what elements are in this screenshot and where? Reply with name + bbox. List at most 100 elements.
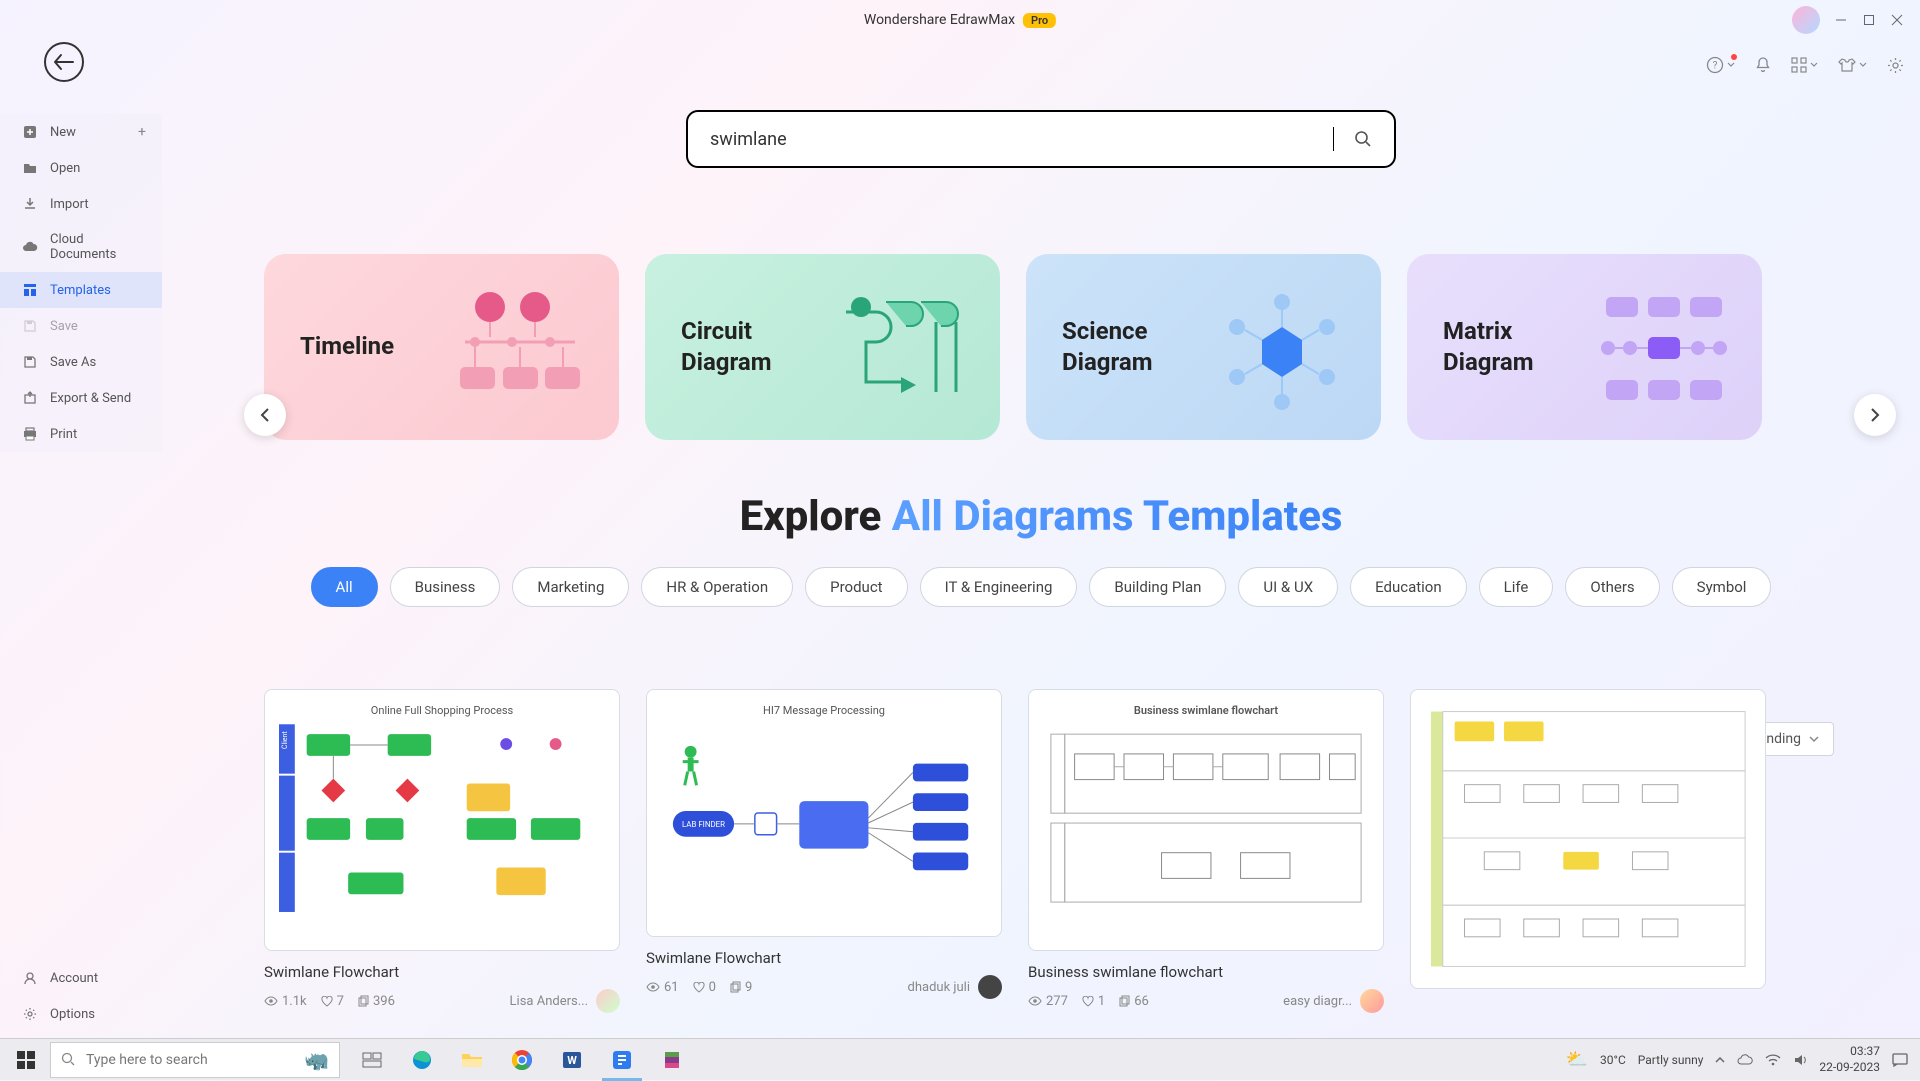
category-card-timeline[interactable]: Timeline (264, 254, 619, 440)
category-card-matrix[interactable]: Matrix Diagram (1407, 254, 1762, 440)
print-icon (22, 426, 38, 442)
winrar-icon[interactable] (648, 1039, 696, 1081)
category-title: Matrix Diagram (1443, 316, 1593, 378)
explore-prefix: Explore (740, 492, 892, 541)
notification-center-icon[interactable] (1892, 1053, 1908, 1067)
category-card-circuit[interactable]: Circuit Diagram (645, 254, 1000, 440)
onedrive-icon[interactable] (1737, 1054, 1753, 1066)
filter-chip-all[interactable]: All (311, 567, 378, 607)
circuit-graphic (826, 282, 976, 412)
save-as-icon (22, 354, 38, 370)
filter-chip-symbol[interactable]: Symbol (1672, 567, 1772, 607)
filter-chip-marketing[interactable]: Marketing (512, 567, 629, 607)
category-title: Circuit Diagram (681, 316, 831, 378)
close-icon[interactable] (1890, 13, 1904, 27)
word-icon[interactable]: W (548, 1039, 596, 1081)
sidebar-item-label: Open (50, 161, 80, 176)
taskbar-date: 22-09-2023 (1819, 1060, 1880, 1076)
carousel-prev-button[interactable] (244, 394, 286, 436)
import-icon (22, 196, 38, 212)
taskbar-time: 03:37 (1819, 1044, 1880, 1060)
filter-chip-hr-operation[interactable]: HR & Operation (641, 567, 793, 607)
apps-grid-icon[interactable] (1791, 57, 1818, 73)
task-view-icon[interactable] (348, 1039, 396, 1081)
filter-chip-it-engineering[interactable]: IT & Engineering (920, 567, 1078, 607)
sound-icon[interactable] (1793, 1053, 1807, 1067)
chevron-down-icon (1809, 735, 1819, 743)
template-card[interactable]: Online Full Shopping Process Client Swim… (264, 689, 620, 1013)
wifi-icon[interactable] (1765, 1054, 1781, 1066)
sidebar-item-save: Save (0, 308, 162, 344)
matrix-graphic (1588, 282, 1738, 412)
filter-chip-product[interactable]: Product (805, 567, 907, 607)
gear-icon[interactable] (1887, 57, 1904, 74)
sidebar-item-saveas[interactable]: Save As (0, 344, 162, 380)
sidebar-item-account[interactable]: Account (0, 960, 162, 996)
filter-chip-life[interactable]: Life (1479, 567, 1554, 607)
notification-dot (1731, 54, 1737, 60)
search-input[interactable] (710, 129, 1327, 150)
search-icon[interactable] (1354, 130, 1372, 148)
weather-icon[interactable]: ⛅ (1566, 1049, 1588, 1070)
sidebar-item-new[interactable]: New + (0, 114, 162, 150)
taskbar-datetime[interactable]: 03:37 22-09-2023 (1819, 1044, 1880, 1075)
category-title: Timeline (300, 331, 394, 362)
template-author: easy diagr... (1283, 989, 1384, 1013)
preview-title: HI7 Message Processing (661, 704, 987, 717)
heart-icon (1082, 996, 1094, 1007)
filter-chip-ui-ux[interactable]: UI & UX (1238, 567, 1338, 607)
chrome-icon[interactable] (498, 1039, 546, 1081)
category-card-science[interactable]: Science Diagram (1026, 254, 1381, 440)
filter-chip-education[interactable]: Education (1350, 567, 1467, 607)
maximize-icon[interactable] (1862, 13, 1876, 27)
sidebar-item-options[interactable]: Options (0, 996, 162, 1032)
filter-chip-others[interactable]: Others (1565, 567, 1659, 607)
sidebar-item-templates[interactable]: Templates (0, 272, 162, 308)
taskbar-search[interactable]: Type here to search 🦏 (50, 1042, 340, 1078)
sidebar-item-import[interactable]: Import (0, 186, 162, 222)
sidebar-item-export[interactable]: Export & Send (0, 380, 162, 416)
sidebar-item-label: Save As (50, 355, 96, 370)
template-author: dhaduk juli (908, 975, 1002, 999)
likes-stat: 1 (1082, 994, 1105, 1009)
sidebar-item-print[interactable]: Print (0, 416, 162, 452)
filter-chip-business[interactable]: Business (390, 567, 501, 607)
start-button[interactable] (4, 1039, 48, 1081)
author-avatar (1360, 989, 1384, 1013)
back-button[interactable] (44, 42, 84, 82)
text-cursor (1333, 127, 1334, 151)
minimize-icon[interactable] (1834, 13, 1848, 27)
template-card[interactable] (1410, 689, 1766, 1013)
template-card[interactable]: HI7 Message Processing LAB FINDER Swimla… (646, 689, 1002, 1013)
taskbar: Type here to search 🦏 W ⛅ 30°C Partly su… (0, 1038, 1920, 1080)
tray-chevron-icon[interactable] (1715, 1056, 1725, 1064)
weather-desc[interactable]: Partly sunny (1638, 1053, 1704, 1067)
weather-temp[interactable]: 30°C (1600, 1053, 1626, 1067)
sidebar-item-cloud[interactable]: Cloud Documents (0, 222, 162, 272)
filter-chip-building-plan[interactable]: Building Plan (1089, 567, 1226, 607)
copy-icon (730, 981, 741, 993)
edrawmax-icon[interactable] (598, 1039, 646, 1081)
help-icon[interactable]: ? (1706, 56, 1735, 74)
export-icon (22, 390, 38, 406)
plus-icon[interactable]: + (138, 124, 146, 140)
category-title: Science Diagram (1062, 316, 1212, 378)
bell-icon[interactable] (1755, 56, 1771, 74)
copy-icon (1119, 995, 1130, 1007)
sidebar: New + Open Import Cloud Documents Templa… (0, 114, 162, 452)
carousel-next-button[interactable] (1854, 394, 1896, 436)
shirt-icon[interactable] (1838, 57, 1867, 73)
template-card[interactable]: Business swimlane flowchart Business swi… (1028, 689, 1384, 1013)
author-avatar (978, 975, 1002, 999)
account-icon (22, 970, 38, 986)
titlebar: Wondershare EdrawMax Pro (0, 0, 1920, 40)
sidebar-item-open[interactable]: Open (0, 150, 162, 186)
svg-text:?: ? (1713, 61, 1718, 72)
sidebar-item-label: Import (50, 197, 89, 212)
sidebar-item-label: Options (50, 1007, 95, 1022)
edge-icon[interactable] (398, 1039, 446, 1081)
user-avatar-button[interactable] (1792, 6, 1820, 34)
search-box[interactable] (686, 110, 1396, 168)
svg-text:Client: Client (281, 731, 289, 749)
file-explorer-icon[interactable] (448, 1039, 496, 1081)
